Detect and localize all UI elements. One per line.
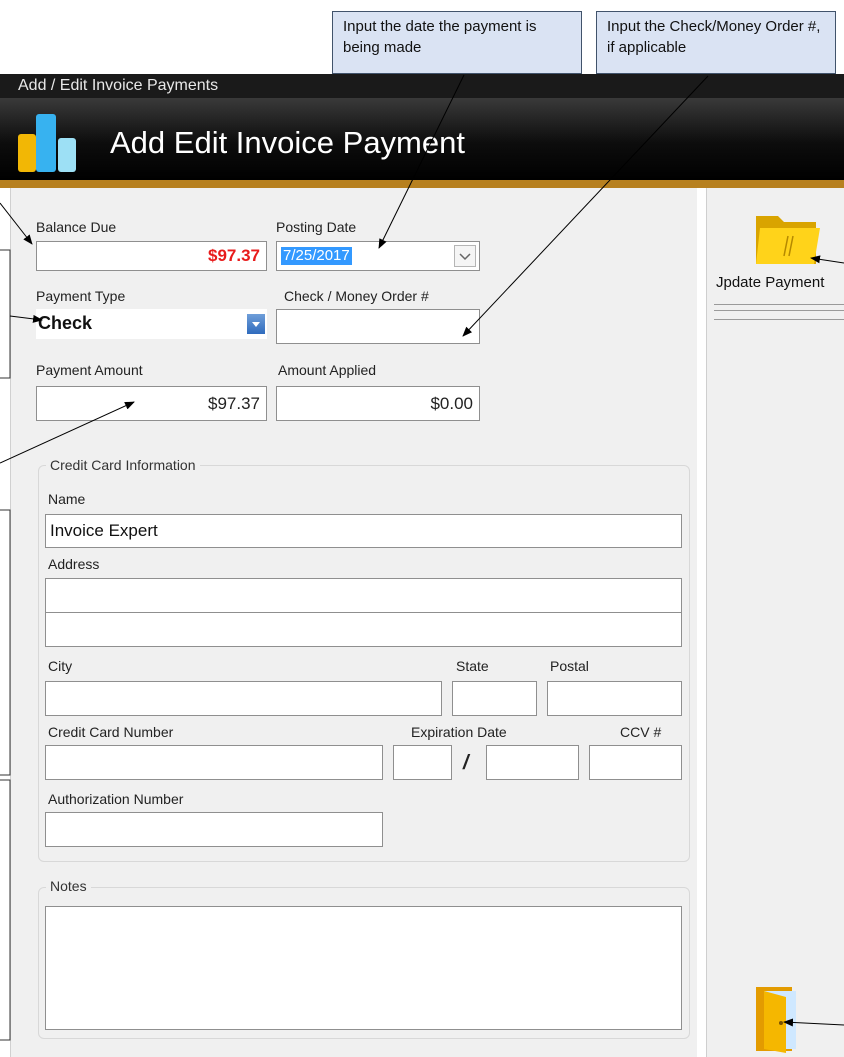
cc-address-label: Address (48, 556, 100, 572)
payment-amount-field[interactable]: $97.37 (36, 386, 267, 421)
cc-address-line2-field[interactable] (45, 612, 682, 647)
cc-expiration-separator: / (463, 752, 469, 774)
check-number-label: Check / Money Order # (284, 288, 429, 304)
payment-type-label: Payment Type (36, 288, 126, 304)
update-payment-button[interactable]: Jpdate Payment (712, 200, 844, 310)
cc-expiration-label: Expiration Date (411, 724, 507, 740)
cc-address-line1-field[interactable] (45, 578, 682, 613)
notes-legend: Notes (46, 877, 91, 895)
window-title-bar: Add / Edit Invoice Payments (0, 74, 844, 98)
header-title: Add Edit Invoice Payment (110, 125, 465, 160)
balance-due-field: $97.37 (36, 241, 267, 271)
payment-type-select[interactable]: Check (36, 309, 267, 339)
sidebar-divider (714, 304, 844, 320)
update-payment-label: Jpdate Payment (716, 274, 825, 291)
header-accent-bar (0, 180, 844, 188)
amount-applied-label: Amount Applied (278, 362, 377, 378)
cc-city-field[interactable] (45, 681, 442, 716)
dropdown-arrow-icon (252, 322, 260, 327)
chevron-down-icon (459, 253, 471, 261)
cc-postal-label: Postal (550, 658, 589, 674)
cc-auth-field[interactable] (45, 812, 383, 847)
date-dropdown-button[interactable] (454, 245, 476, 267)
posting-date-field[interactable]: 7/25/2017 (276, 241, 480, 271)
check-number-field[interactable] (276, 309, 480, 344)
cc-expiration-month-field[interactable] (393, 745, 452, 780)
credit-card-legend: Credit Card Information (46, 456, 200, 474)
app-logo-icon (18, 114, 76, 172)
cc-name-label: Name (48, 491, 86, 507)
folder-icon (756, 216, 820, 264)
cc-auth-label: Authorization Number (48, 791, 184, 807)
callout-posting-date: Input the date the payment is being made (332, 11, 582, 74)
cc-ccv-field[interactable] (589, 745, 682, 780)
amount-applied-field: $0.00 (276, 386, 480, 421)
posting-date-label: Posting Date (276, 219, 357, 235)
cc-number-field[interactable] (45, 745, 383, 780)
balance-due-label: Balance Due (36, 219, 117, 235)
callout-check-number: Input the Check/Money Order #, if applic… (596, 11, 836, 74)
cc-state-field[interactable] (452, 681, 537, 716)
cc-number-label: Credit Card Number (48, 724, 174, 740)
callout-posting-date-text: Input the date the payment is being made (343, 18, 537, 56)
payment-type-value: Check (38, 313, 93, 333)
window-title: Add / Edit Invoice Payments (18, 77, 219, 94)
posting-date-value: 7/25/2017 (281, 247, 352, 265)
cc-expiration-year-field[interactable] (486, 745, 579, 780)
cc-name-field[interactable]: Invoice Expert (45, 514, 682, 548)
cc-postal-field[interactable] (547, 681, 682, 716)
cc-state-label: State (456, 658, 489, 674)
cc-city-label: City (48, 658, 73, 674)
payment-amount-label: Payment Amount (36, 362, 143, 378)
exit-door-icon[interactable] (752, 983, 806, 1055)
payment-type-dropdown-button[interactable] (247, 314, 265, 334)
notes-textarea[interactable] (45, 906, 682, 1030)
callout-check-number-text: Input the Check/Money Order #, if applic… (607, 18, 821, 56)
cc-ccv-label: CCV # (620, 724, 662, 740)
